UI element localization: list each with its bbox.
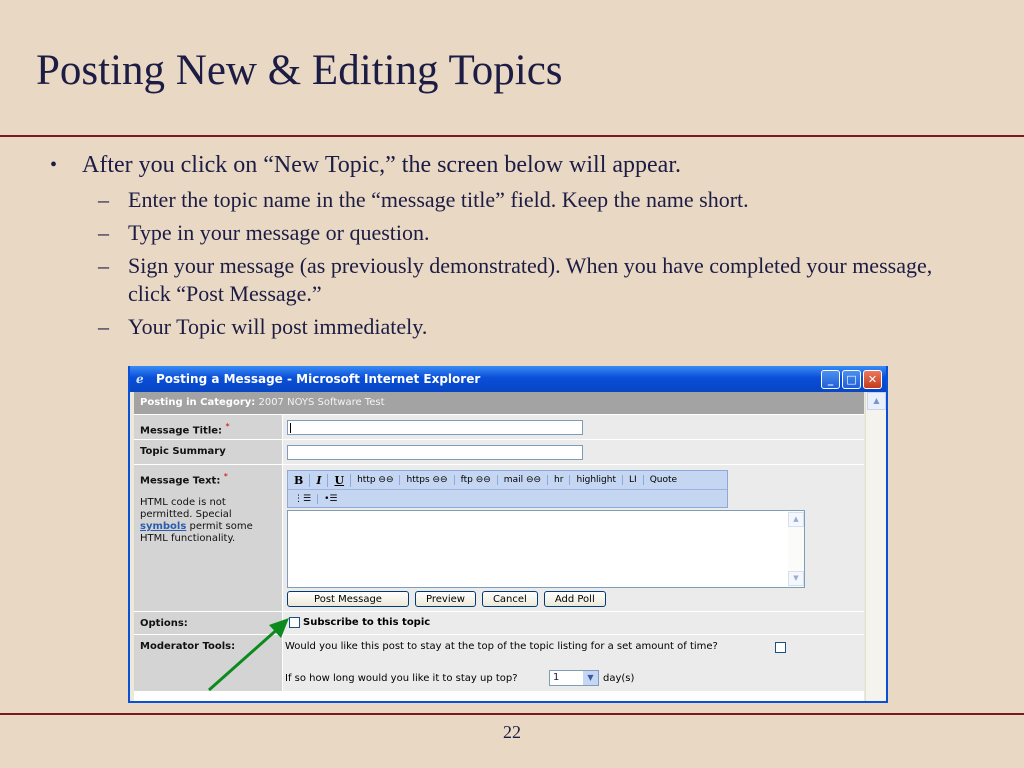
add-poll-button[interactable]: Add Poll	[543, 591, 606, 607]
required-mark: *	[225, 421, 230, 431]
ordered-list-icon[interactable]: ⋮☰	[288, 494, 319, 504]
underline-button[interactable]: U	[328, 473, 352, 487]
textarea-scrollbar[interactable]: ▲ ▼	[788, 511, 804, 587]
scroll-up-icon[interactable]: ▲	[867, 392, 886, 410]
unordered-list-icon[interactable]: •☰	[318, 494, 343, 504]
ftp-link-button[interactable]: ftp ⊖⊖	[455, 475, 498, 485]
message-title-label: Message Title: *	[134, 415, 282, 439]
li-button[interactable]: LI	[623, 475, 644, 485]
quote-button[interactable]: Quote	[644, 475, 683, 485]
sub-bullet-text: Type in your message or question.	[128, 220, 430, 245]
sub-bullet: – Type in your message or question.	[50, 219, 1010, 247]
toolbar-row: ⋮☰ •☰	[288, 490, 727, 508]
toolbar-row: B I U http ⊖⊖ https ⊖⊖ ftp ⊖⊖ mail ⊖⊖ hr…	[288, 471, 727, 490]
html-help-text: HTML code is not permitted. Special symb…	[140, 497, 280, 545]
sub-bullet: – Sign your message (as previously demon…	[50, 252, 958, 308]
top-divider	[0, 135, 1024, 137]
hr-button[interactable]: hr	[548, 475, 571, 485]
italic-button[interactable]: I	[310, 473, 329, 487]
scroll-up-icon[interactable]: ▲	[788, 512, 804, 527]
formatting-toolbar: B I U http ⊖⊖ https ⊖⊖ ftp ⊖⊖ mail ⊖⊖ hr…	[287, 470, 728, 508]
topic-summary-label: Topic Summary	[134, 440, 282, 464]
sticky-question: Would you like this post to stay at the …	[285, 641, 718, 652]
help-text: HTML code is not permitted. Special	[140, 497, 232, 520]
scroll-down-icon[interactable]: ▼	[788, 571, 804, 586]
text-cursor	[290, 423, 291, 433]
preview-button[interactable]: Preview	[415, 591, 476, 607]
options-cell: Subscribe to this topic	[283, 612, 864, 634]
topic-summary-input[interactable]	[287, 445, 583, 460]
message-title-row: Message Title: *	[134, 415, 864, 440]
message-text-row: Message Text: * HTML code is not permitt…	[134, 465, 864, 612]
form-buttons: Post Message Preview Cancel Add Poll	[287, 591, 606, 607]
highlight-button[interactable]: highlight	[570, 475, 624, 485]
sub-bullet-text: Your Topic will post immediately.	[128, 314, 428, 339]
duration-value: 1	[553, 672, 560, 683]
symbols-link[interactable]: symbols	[140, 521, 186, 532]
page-number: 22	[503, 722, 521, 742]
ie-icon: ℯ	[136, 372, 144, 386]
topic-summary-cell	[283, 440, 864, 464]
http-link-button[interactable]: http ⊖⊖	[351, 475, 401, 485]
dash: –	[98, 253, 109, 278]
bold-button[interactable]: B	[288, 473, 311, 487]
dash: –	[98, 220, 109, 245]
maximize-icon[interactable]: □	[842, 369, 861, 389]
bullet-main-text: After you click on “New Topic,” the scre…	[82, 152, 681, 178]
sub-bullet-text: Sign your message (as previously demonst…	[128, 253, 933, 306]
annotation-arrow-icon	[208, 618, 289, 692]
message-text-label: Message Text: * HTML code is not permitt…	[134, 465, 282, 611]
sub-bullet-text: Enter the topic name in the “message tit…	[128, 187, 749, 212]
bullet-main: • After you click on “New Topic,” the sc…	[50, 150, 1010, 180]
bottom-divider	[0, 713, 1024, 715]
page-scrollbar[interactable]: ▲	[865, 392, 886, 701]
bullet-dot: •	[50, 154, 58, 176]
message-title-input[interactable]	[287, 420, 583, 435]
slide-title: Posting New & Editing Topics	[36, 47, 563, 94]
window-titlebar[interactable]: ℯ Posting a Message - Microsoft Internet…	[130, 366, 886, 392]
message-title-label-text: Message Title:	[140, 425, 223, 437]
sticky-checkbox[interactable]	[775, 642, 786, 653]
window-title: Posting a Message - Microsoft Internet E…	[156, 372, 481, 386]
required-mark: *	[223, 471, 228, 481]
cancel-button[interactable]: Cancel	[481, 591, 538, 607]
mail-link-button[interactable]: mail ⊖⊖	[498, 475, 549, 485]
category-bar: Posting in Category: 2007 NOYS Software …	[134, 392, 864, 414]
minimize-icon[interactable]: _	[821, 369, 840, 389]
https-link-button[interactable]: https ⊖⊖	[400, 475, 455, 485]
message-textarea[interactable]: ▲ ▼	[287, 510, 805, 588]
duration-select[interactable]: 1 ▼	[549, 670, 599, 686]
dash: –	[98, 314, 109, 339]
sub-bullet: – Enter the topic name in the “message t…	[50, 186, 1010, 214]
dash: –	[98, 187, 109, 212]
subscribe-label: Subscribe to this topic	[303, 617, 431, 628]
post-message-button[interactable]: Post Message	[287, 591, 409, 607]
duration-question: If so how long would you like it to stay…	[285, 673, 518, 684]
moderator-cell: Would you like this post to stay at the …	[283, 635, 864, 691]
duration-unit: day(s)	[603, 673, 635, 684]
message-title-cell	[283, 415, 864, 439]
message-text-cell: B I U http ⊖⊖ https ⊖⊖ ftp ⊖⊖ mail ⊖⊖ hr…	[283, 465, 864, 611]
topic-summary-row: Topic Summary	[134, 440, 864, 465]
category-label: Posting in Category:	[140, 397, 256, 408]
message-text-label-text: Message Text:	[140, 475, 221, 487]
category-value: 2007 NOYS Software Test	[258, 397, 385, 408]
close-icon[interactable]: ✕	[863, 369, 882, 389]
chevron-down-icon[interactable]: ▼	[583, 671, 598, 685]
sub-bullet: – Your Topic will post immediately.	[50, 313, 1010, 341]
bullet-list: • After you click on “New Topic,” the sc…	[50, 150, 1010, 341]
